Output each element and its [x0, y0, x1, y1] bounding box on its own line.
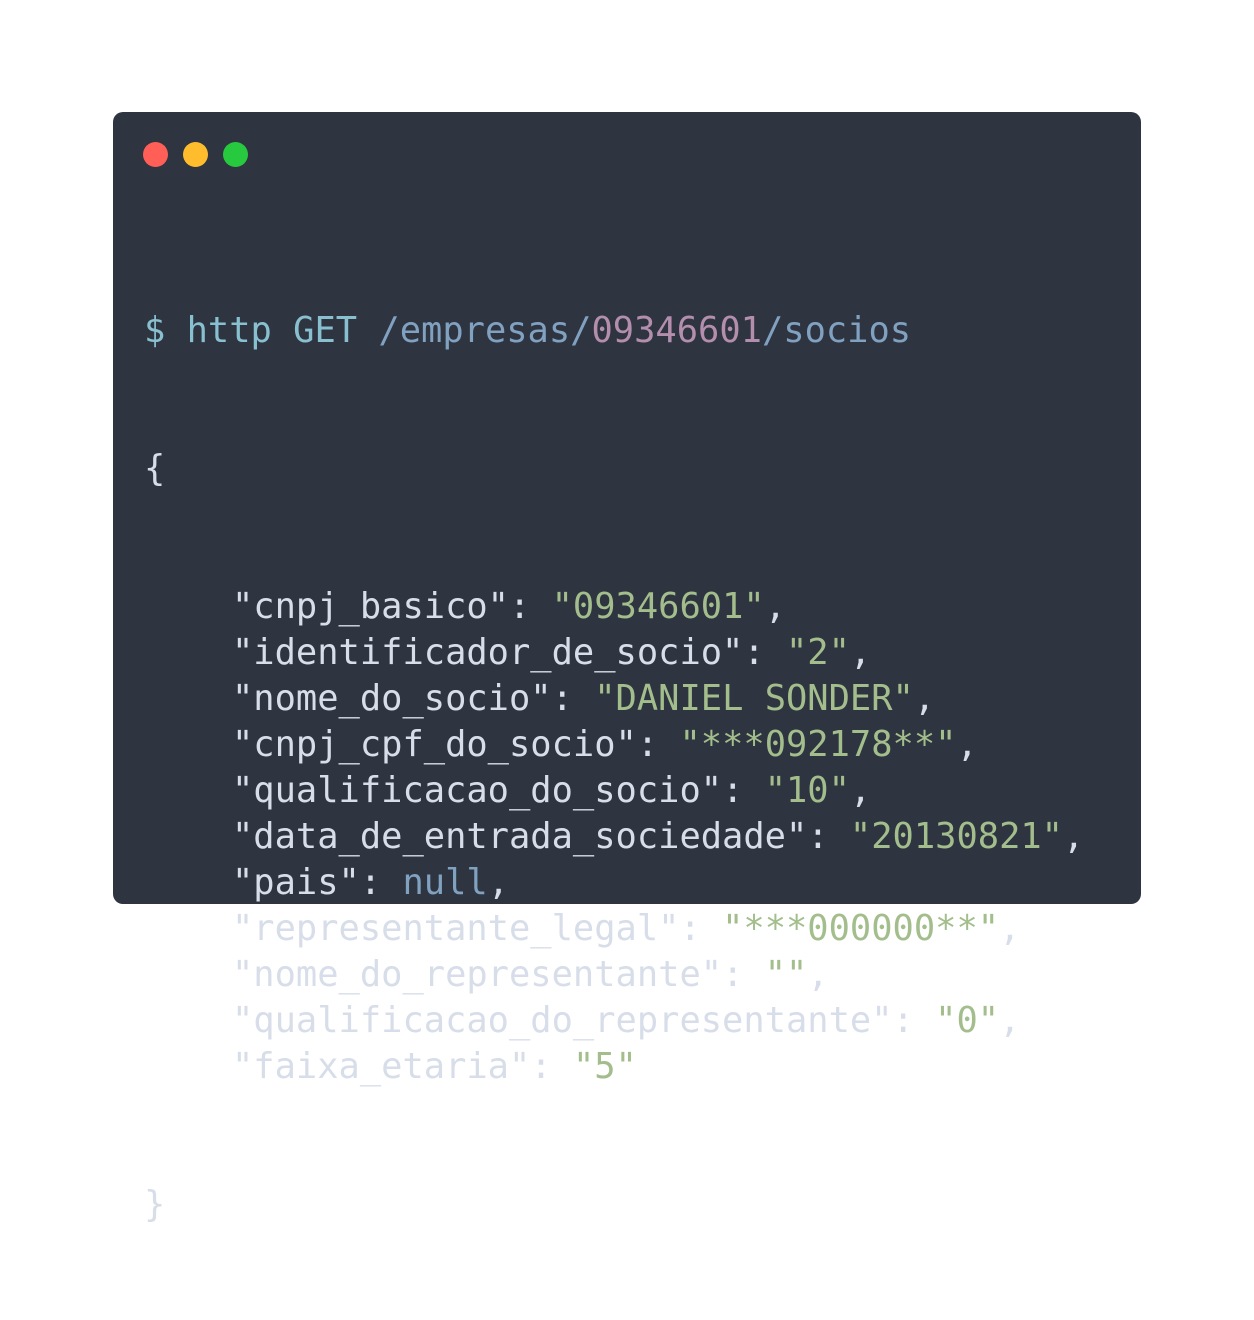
json-field-line: "pais": null, [144, 860, 1084, 906]
json-key: "cnpj_cpf_do_socio" [232, 724, 637, 765]
json-key: "pais" [232, 862, 360, 903]
json-colon: : [359, 862, 403, 903]
json-field-line: "identificador_de_socio": "2", [144, 630, 1084, 676]
json-field-line: "cnpj_basico": "09346601", [144, 584, 1084, 630]
json-comma: , [807, 954, 829, 995]
close-button[interactable] [143, 142, 168, 167]
terminal-output: $ http GET /empresas/09346601/socios { "… [144, 216, 1084, 1320]
json-comma: , [999, 1000, 1021, 1041]
json-colon: : [551, 678, 595, 719]
json-value: "DANIEL SONDER" [594, 678, 914, 719]
json-field-line: "qualificacao_do_representante": "0", [144, 998, 1084, 1044]
command-tool: http [186, 310, 272, 351]
json-field-line: "qualificacao_do_socio": "10", [144, 768, 1084, 814]
json-field-line: "nome_do_representante": "", [144, 952, 1084, 998]
http-method: GET [293, 310, 358, 351]
json-colon: : [743, 632, 786, 673]
json-field-line: "representante_legal": "***000000**", [144, 906, 1084, 952]
path-suffix: /socios [761, 310, 912, 351]
json-comma: , [849, 632, 872, 673]
command-line: $ http GET /empresas/09346601/socios [144, 308, 1084, 354]
json-colon: : [679, 908, 723, 949]
json-value: null [402, 862, 488, 903]
json-colon: : [892, 1000, 936, 1041]
json-comma: , [956, 724, 978, 765]
json-key: "nome_do_socio" [232, 678, 552, 719]
json-field-line: "data_de_entrada_sociedade": "20130821", [144, 814, 1084, 860]
json-value: "5" [572, 1046, 637, 1087]
json-key: "faixa_etaria" [232, 1046, 531, 1087]
json-colon: : [722, 770, 765, 811]
json-value: "20130821" [849, 816, 1063, 857]
json-comma: , [1063, 816, 1085, 857]
json-field-line: "nome_do_socio": "DANIEL SONDER", [144, 676, 1084, 722]
prompt-symbol: $ [144, 310, 166, 351]
json-key: "representante_legal" [232, 908, 680, 949]
json-colon: : [530, 1046, 573, 1087]
json-field-line: "faixa_etaria": "5" [144, 1044, 1084, 1090]
maximize-button[interactable] [223, 142, 248, 167]
json-comma: , [999, 908, 1021, 949]
json-field-line: "cnpj_cpf_do_socio": "***092178**", [144, 722, 1084, 768]
json-value: "***000000**" [722, 908, 1000, 949]
json-comma: , [913, 678, 936, 719]
terminal-window: $ http GET /empresas/09346601/socios { "… [113, 112, 1141, 1225]
path-prefix: /empresas/ [378, 310, 592, 351]
json-fields: "cnpj_basico": "09346601", "identificador… [144, 584, 1084, 1090]
json-colon: : [636, 724, 680, 765]
json-comma: , [487, 862, 510, 903]
json-key: "data_de_entrada_sociedade" [232, 816, 808, 857]
json-value: "" [764, 954, 808, 995]
json-colon: : [509, 586, 552, 627]
json-value: "09346601" [551, 586, 765, 627]
json-key: "identificador_de_socio" [232, 632, 744, 673]
json-value: "***092178**" [679, 724, 957, 765]
open-brace: { [144, 448, 166, 489]
close-brace: } [144, 1184, 166, 1225]
json-comma: , [849, 770, 872, 811]
json-value: "10" [764, 770, 850, 811]
json-value: "0" [935, 1000, 1000, 1041]
json-comma: , [764, 586, 787, 627]
path-id: 09346601 [591, 310, 762, 351]
minimize-button[interactable] [183, 142, 208, 167]
json-value: "2" [786, 632, 850, 673]
json-colon: : [807, 816, 850, 857]
json-key: "qualificacao_do_socio" [232, 770, 723, 811]
json-key: "nome_do_representante" [232, 954, 723, 995]
json-key: "qualificacao_do_representante" [232, 1000, 893, 1041]
json-colon: : [722, 954, 765, 995]
json-key: "cnpj_basico" [232, 586, 509, 627]
